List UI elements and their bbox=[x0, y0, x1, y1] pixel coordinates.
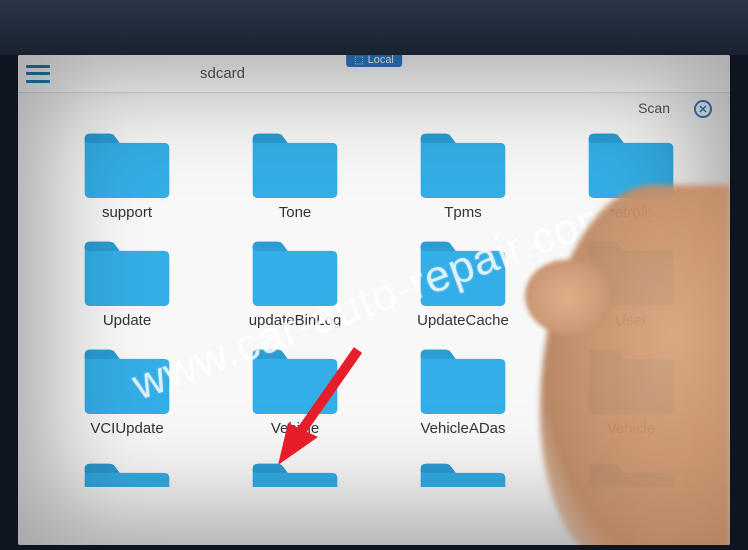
folder-item[interactable]: User bbox=[552, 236, 710, 329]
close-icon[interactable]: ✕ bbox=[694, 100, 712, 118]
folder-icon bbox=[585, 457, 677, 487]
folder-label: VCIUpdate bbox=[90, 420, 163, 437]
storage-label: Local bbox=[368, 55, 394, 66]
menu-icon[interactable] bbox=[26, 65, 50, 83]
folder-label: Vehicle bbox=[607, 420, 655, 437]
folder-icon bbox=[585, 128, 677, 200]
breadcrumb[interactable]: sdcard bbox=[200, 65, 245, 82]
folder-icon bbox=[249, 344, 341, 416]
folder-item[interactable]: updateBinLog bbox=[216, 236, 374, 329]
folder-icon bbox=[249, 457, 341, 487]
device-bezel bbox=[0, 0, 748, 55]
folder-icon bbox=[585, 236, 677, 308]
folder-item-partial[interactable] bbox=[216, 452, 374, 491]
folder-label: support bbox=[102, 204, 152, 221]
folder-item[interactable]: Tone bbox=[216, 128, 374, 221]
folder-icon bbox=[81, 128, 173, 200]
folder-item[interactable]: UpdateCache bbox=[384, 236, 542, 329]
folder-icon bbox=[249, 128, 341, 200]
folder-item[interactable]: support bbox=[48, 128, 206, 221]
folder-label: VehicleADas bbox=[420, 420, 505, 437]
folder-icon bbox=[81, 236, 173, 308]
screen: sdcard Local Scan ✕ support Tone Tpms re… bbox=[18, 55, 730, 545]
folder-icon bbox=[81, 457, 173, 487]
device-frame: sdcard Local Scan ✕ support Tone Tpms re… bbox=[0, 0, 748, 550]
folder-icon bbox=[81, 344, 173, 416]
folder-label: UpdateCache bbox=[417, 312, 509, 329]
folder-grid: support Tone Tpms retrofit Update update… bbox=[18, 93, 730, 491]
top-bar: sdcard Local bbox=[18, 55, 730, 93]
folder-item[interactable]: Update bbox=[48, 236, 206, 329]
folder-label: Tpms bbox=[444, 204, 482, 221]
folder-icon bbox=[585, 344, 677, 416]
folder-label: Vehicle bbox=[271, 420, 319, 437]
folder-label: Tone bbox=[279, 204, 312, 221]
folder-icon bbox=[417, 128, 509, 200]
folder-icon bbox=[417, 344, 509, 416]
scan-button[interactable]: Scan bbox=[638, 100, 670, 116]
folder-label: User bbox=[615, 312, 647, 329]
folder-icon bbox=[417, 457, 509, 487]
folder-item-partial[interactable] bbox=[48, 452, 206, 491]
folder-item[interactable]: VehicleADas bbox=[384, 344, 542, 437]
folder-item[interactable]: Vehicle bbox=[216, 344, 374, 437]
folder-item[interactable]: VCIUpdate bbox=[48, 344, 206, 437]
folder-label: retrofit bbox=[610, 204, 653, 221]
folder-item[interactable]: retrofit bbox=[552, 128, 710, 221]
folder-icon bbox=[417, 236, 509, 308]
folder-icon bbox=[249, 236, 341, 308]
folder-item[interactable]: Vehicle bbox=[552, 344, 710, 437]
folder-item-partial[interactable] bbox=[552, 452, 710, 491]
folder-label: Update bbox=[103, 312, 151, 329]
folder-label: updateBinLog bbox=[249, 312, 342, 329]
storage-badge[interactable]: Local bbox=[346, 55, 402, 67]
folder-item[interactable]: Tpms bbox=[384, 128, 542, 221]
folder-item-partial[interactable] bbox=[384, 452, 542, 491]
